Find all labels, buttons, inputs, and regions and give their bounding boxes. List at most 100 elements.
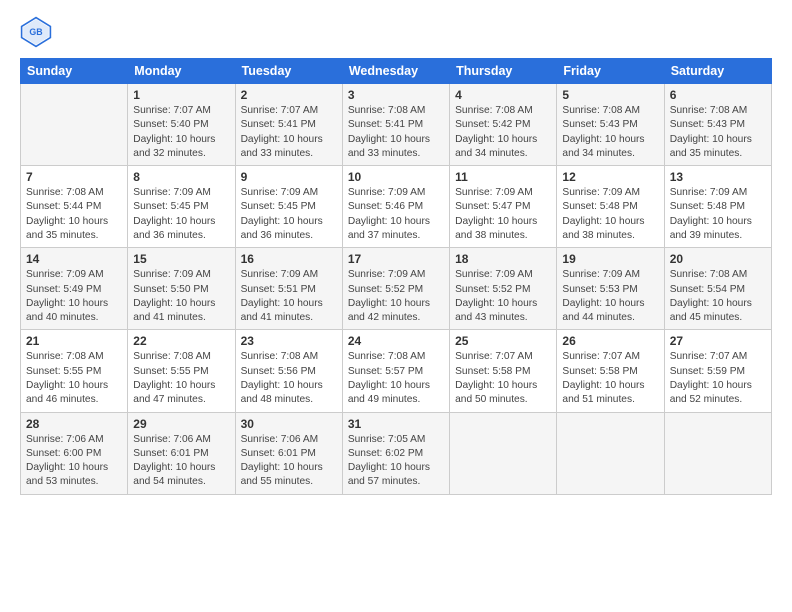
- day-header-wednesday: Wednesday: [342, 59, 449, 84]
- day-number: 26: [562, 334, 658, 348]
- calendar-cell: 2 Sunrise: 7:07 AM Sunset: 5:41 PM Daylig…: [235, 84, 342, 166]
- day-info: Sunrise: 7:08 AM Sunset: 5:55 PM Dayligh…: [26, 350, 122, 407]
- calendar-table: SundayMondayTuesdayWednesdayThursdayFrid…: [20, 58, 772, 495]
- day-number: 4: [455, 88, 551, 102]
- calendar-cell: 28Sunrise: 7:06 AM Sunset: 6:00 PM Dayli…: [21, 412, 128, 494]
- calendar-cell: 17 Sunrise: 7:09 AM Sunset: 5:52 PM Dayli…: [342, 248, 449, 330]
- day-info: Sunrise: 7:09 AM Sunset: 5:51 PM Dayligh…: [241, 268, 337, 325]
- day-number: 12: [562, 170, 658, 184]
- day-info: Sunrise: 7:09 AM Sunset: 5:45 PM Dayligh…: [241, 186, 337, 243]
- calendar-cell: 26 Sunrise: 7:07 AM Sunset: 5:58 PM Dayli…: [557, 330, 664, 412]
- day-info: Sunrise: 7:07 AM Sunset: 5:40 PM Dayligh…: [133, 104, 229, 161]
- day-number: 5: [562, 88, 658, 102]
- calendar-cell: 24 Sunrise: 7:08 AM Sunset: 5:57 PM Dayli…: [342, 330, 449, 412]
- calendar-cell: 16 Sunrise: 7:09 AM Sunset: 5:51 PM Dayli…: [235, 248, 342, 330]
- day-info: Sunrise: 7:09 AM Sunset: 5:53 PM Dayligh…: [562, 268, 658, 325]
- calendar-cell: 15Sunrise: 7:09 AM Sunset: 5:50 PM Dayli…: [128, 248, 235, 330]
- calendar-cell: 29 Sunrise: 7:06 AM Sunset: 6:01 PM Dayli…: [128, 412, 235, 494]
- logo-icon: GB: [20, 16, 52, 48]
- day-number: 1: [133, 88, 229, 102]
- calendar-cell: 23 Sunrise: 7:08 AM Sunset: 5:56 PM Dayli…: [235, 330, 342, 412]
- day-info: Sunrise: 7:08 AM Sunset: 5:41 PM Dayligh…: [348, 104, 444, 161]
- day-info: Sunrise: 7:06 AM Sunset: 6:01 PM Dayligh…: [241, 433, 337, 490]
- day-info: Sunrise: 7:09 AM Sunset: 5:52 PM Dayligh…: [348, 268, 444, 325]
- day-number: 18: [455, 252, 551, 266]
- calendar-cell: 10Sunrise: 7:09 AM Sunset: 5:46 PM Dayli…: [342, 166, 449, 248]
- calendar-cell: 25 Sunrise: 7:07 AM Sunset: 5:58 PM Dayli…: [450, 330, 557, 412]
- calendar-cell: 7 Sunrise: 7:08 AM Sunset: 5:44 PM Daylig…: [21, 166, 128, 248]
- calendar-cell: 18Sunrise: 7:09 AM Sunset: 5:52 PM Dayli…: [450, 248, 557, 330]
- calendar-cell: 11Sunrise: 7:09 AM Sunset: 5:47 PM Dayli…: [450, 166, 557, 248]
- calendar-cell: 27 Sunrise: 7:07 AM Sunset: 5:59 PM Dayli…: [664, 330, 771, 412]
- calendar-cell: 13 Sunrise: 7:09 AM Sunset: 5:48 PM Dayli…: [664, 166, 771, 248]
- calendar-cell: 1 Sunrise: 7:07 AM Sunset: 5:40 PM Daylig…: [128, 84, 235, 166]
- header: GB: [20, 16, 772, 48]
- calendar-cell: 5 Sunrise: 7:08 AM Sunset: 5:43 PM Daylig…: [557, 84, 664, 166]
- day-info: Sunrise: 7:08 AM Sunset: 5:44 PM Dayligh…: [26, 186, 122, 243]
- day-info: Sunrise: 7:08 AM Sunset: 5:55 PM Dayligh…: [133, 350, 229, 407]
- day-number: 25: [455, 334, 551, 348]
- page: GB SundayMondayTuesdayWednesdayThursdayF…: [0, 0, 792, 507]
- day-number: 20: [670, 252, 766, 266]
- day-info: Sunrise: 7:08 AM Sunset: 5:54 PM Dayligh…: [670, 268, 766, 325]
- day-info: Sunrise: 7:05 AM Sunset: 6:02 PM Dayligh…: [348, 433, 444, 490]
- calendar-cell: [664, 412, 771, 494]
- day-header-thursday: Thursday: [450, 59, 557, 84]
- day-number: 16: [241, 252, 337, 266]
- day-info: Sunrise: 7:08 AM Sunset: 5:43 PM Dayligh…: [562, 104, 658, 161]
- day-info: Sunrise: 7:06 AM Sunset: 6:00 PM Dayligh…: [26, 433, 122, 490]
- day-number: 30: [241, 417, 337, 431]
- calendar-cell: 6 Sunrise: 7:08 AM Sunset: 5:43 PM Daylig…: [664, 84, 771, 166]
- logo: GB: [20, 16, 56, 48]
- day-info: Sunrise: 7:08 AM Sunset: 5:42 PM Dayligh…: [455, 104, 551, 161]
- calendar-cell: [21, 84, 128, 166]
- day-info: Sunrise: 7:07 AM Sunset: 5:58 PM Dayligh…: [455, 350, 551, 407]
- day-number: 7: [26, 170, 122, 184]
- calendar-cell: [557, 412, 664, 494]
- day-number: 27: [670, 334, 766, 348]
- day-number: 19: [562, 252, 658, 266]
- day-info: Sunrise: 7:09 AM Sunset: 5:48 PM Dayligh…: [562, 186, 658, 243]
- day-number: 2: [241, 88, 337, 102]
- day-number: 21: [26, 334, 122, 348]
- week-row-3: 14 Sunrise: 7:09 AM Sunset: 5:49 PM Dayli…: [21, 248, 772, 330]
- calendar-cell: 19 Sunrise: 7:09 AM Sunset: 5:53 PM Dayli…: [557, 248, 664, 330]
- day-header-saturday: Saturday: [664, 59, 771, 84]
- day-info: Sunrise: 7:07 AM Sunset: 5:41 PM Dayligh…: [241, 104, 337, 161]
- calendar-cell: 21 Sunrise: 7:08 AM Sunset: 5:55 PM Dayli…: [21, 330, 128, 412]
- calendar-cell: 4 Sunrise: 7:08 AM Sunset: 5:42 PM Daylig…: [450, 84, 557, 166]
- calendar-cell: 9Sunrise: 7:09 AM Sunset: 5:45 PM Daylig…: [235, 166, 342, 248]
- day-info: Sunrise: 7:07 AM Sunset: 5:59 PM Dayligh…: [670, 350, 766, 407]
- day-number: 24: [348, 334, 444, 348]
- day-number: 29: [133, 417, 229, 431]
- day-header-friday: Friday: [557, 59, 664, 84]
- calendar-cell: 3Sunrise: 7:08 AM Sunset: 5:41 PM Daylig…: [342, 84, 449, 166]
- calendar-cell: 8Sunrise: 7:09 AM Sunset: 5:45 PM Daylig…: [128, 166, 235, 248]
- day-header-monday: Monday: [128, 59, 235, 84]
- week-row-5: 28Sunrise: 7:06 AM Sunset: 6:00 PM Dayli…: [21, 412, 772, 494]
- day-number: 23: [241, 334, 337, 348]
- day-number: 31: [348, 417, 444, 431]
- week-row-4: 21 Sunrise: 7:08 AM Sunset: 5:55 PM Dayli…: [21, 330, 772, 412]
- day-number: 11: [455, 170, 551, 184]
- day-info: Sunrise: 7:08 AM Sunset: 5:56 PM Dayligh…: [241, 350, 337, 407]
- day-number: 14: [26, 252, 122, 266]
- day-header-tuesday: Tuesday: [235, 59, 342, 84]
- day-number: 22: [133, 334, 229, 348]
- day-number: 6: [670, 88, 766, 102]
- day-number: 17: [348, 252, 444, 266]
- day-number: 13: [670, 170, 766, 184]
- day-info: Sunrise: 7:09 AM Sunset: 5:49 PM Dayligh…: [26, 268, 122, 325]
- header-row: SundayMondayTuesdayWednesdayThursdayFrid…: [21, 59, 772, 84]
- week-row-1: 1 Sunrise: 7:07 AM Sunset: 5:40 PM Daylig…: [21, 84, 772, 166]
- calendar-cell: 20 Sunrise: 7:08 AM Sunset: 5:54 PM Dayli…: [664, 248, 771, 330]
- day-info: Sunrise: 7:08 AM Sunset: 5:43 PM Dayligh…: [670, 104, 766, 161]
- week-row-2: 7 Sunrise: 7:08 AM Sunset: 5:44 PM Daylig…: [21, 166, 772, 248]
- day-info: Sunrise: 7:08 AM Sunset: 5:57 PM Dayligh…: [348, 350, 444, 407]
- day-header-sunday: Sunday: [21, 59, 128, 84]
- day-info: Sunrise: 7:07 AM Sunset: 5:58 PM Dayligh…: [562, 350, 658, 407]
- svg-text:GB: GB: [29, 27, 42, 37]
- day-info: Sunrise: 7:06 AM Sunset: 6:01 PM Dayligh…: [133, 433, 229, 490]
- day-info: Sunrise: 7:09 AM Sunset: 5:48 PM Dayligh…: [670, 186, 766, 243]
- day-number: 8: [133, 170, 229, 184]
